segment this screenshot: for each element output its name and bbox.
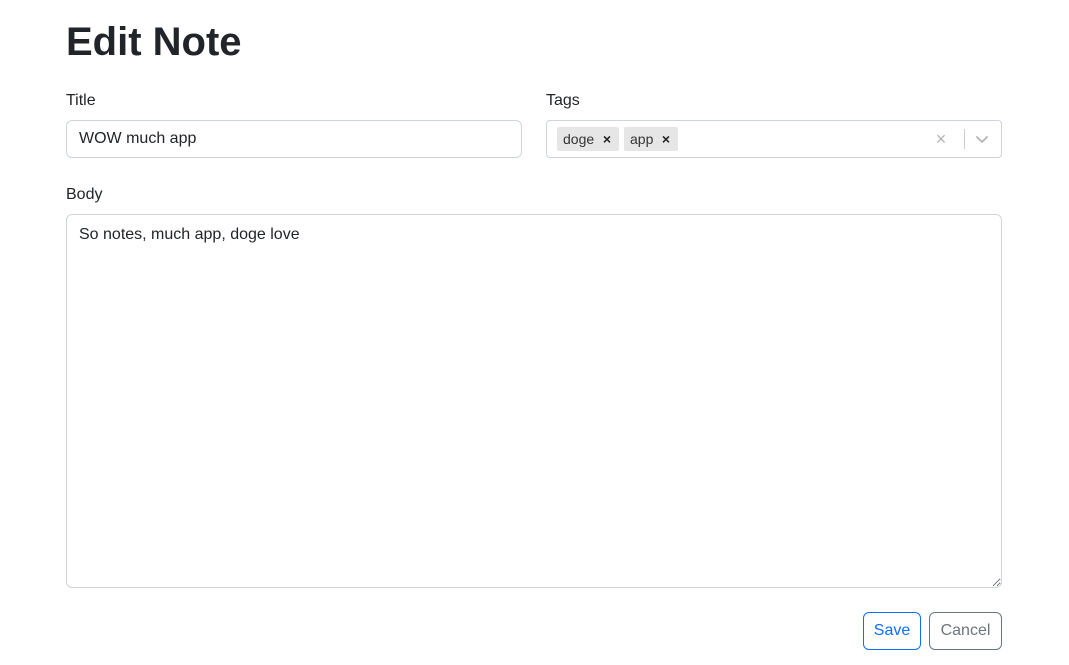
tag-chip-label: app — [630, 131, 654, 147]
title-label: Title — [66, 92, 96, 109]
indicator-separator — [964, 129, 965, 149]
body-textarea[interactable]: So notes, much app, doge love — [66, 214, 1002, 588]
tag-remove-icon[interactable]: × — [600, 127, 614, 151]
chevron-down-icon[interactable] — [975, 130, 989, 148]
clear-tags-icon[interactable]: × — [933, 129, 949, 149]
cancel-button[interactable]: Cancel — [929, 612, 1002, 650]
tags-select[interactable]: doge × app × × — [546, 120, 1002, 158]
tag-chip-label: doge — [563, 131, 595, 147]
title-input[interactable] — [66, 120, 522, 158]
body-label: Body — [66, 186, 103, 203]
tag-chip-doge: doge × — [557, 127, 619, 151]
tags-label: Tags — [546, 92, 580, 109]
tag-chip-app: app × — [624, 127, 678, 151]
tag-remove-icon[interactable]: × — [659, 127, 673, 151]
save-button[interactable]: Save — [863, 612, 921, 650]
page-title: Edit Note — [66, 20, 242, 64]
